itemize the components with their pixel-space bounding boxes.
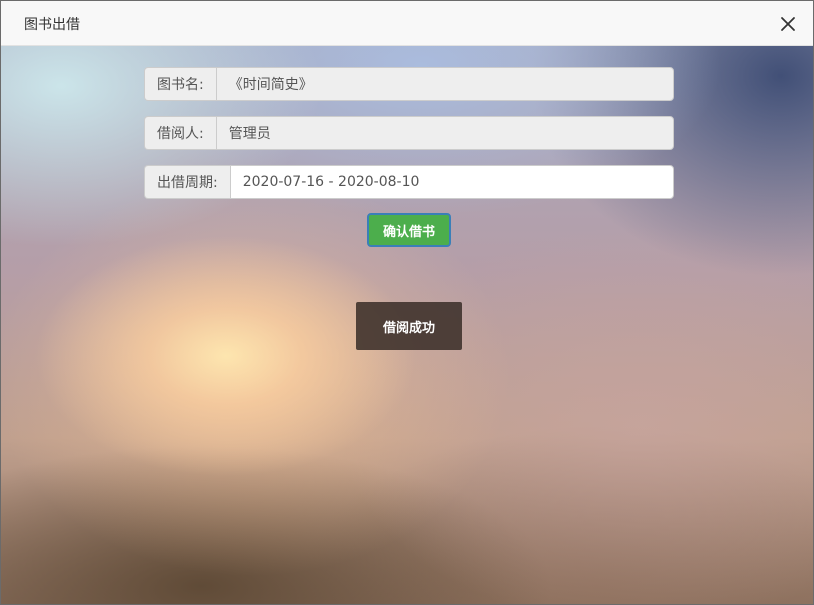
dialog-content: 图书名: 借阅人: 出借周期: 确认借书 借阅成功 xyxy=(1,46,813,604)
borrow-dialog: 图书出借 图书名: 借阅人: 出借周期: 确认借书 借阅成功 xyxy=(0,0,814,605)
dialog-titlebar: 图书出借 xyxy=(1,1,813,46)
confirm-borrow-button[interactable]: 确认借书 xyxy=(367,213,451,247)
borrower-row: 借阅人: xyxy=(144,116,674,150)
period-label: 出借周期: xyxy=(144,165,230,199)
period-date-range-input[interactable] xyxy=(229,165,674,199)
dialog-title: 图书出借 xyxy=(24,17,80,33)
book-name-row: 图书名: xyxy=(144,67,674,101)
borrower-label: 借阅人: xyxy=(144,116,216,150)
book-name-label: 图书名: xyxy=(144,67,216,101)
borrow-form: 图书名: 借阅人: 出借周期: xyxy=(144,67,674,214)
success-toast: 借阅成功 xyxy=(356,302,462,350)
period-row: 出借周期: xyxy=(144,165,674,199)
borrower-field xyxy=(215,116,674,150)
book-name-field xyxy=(215,67,674,101)
close-button[interactable] xyxy=(779,15,797,33)
close-icon xyxy=(781,17,795,31)
